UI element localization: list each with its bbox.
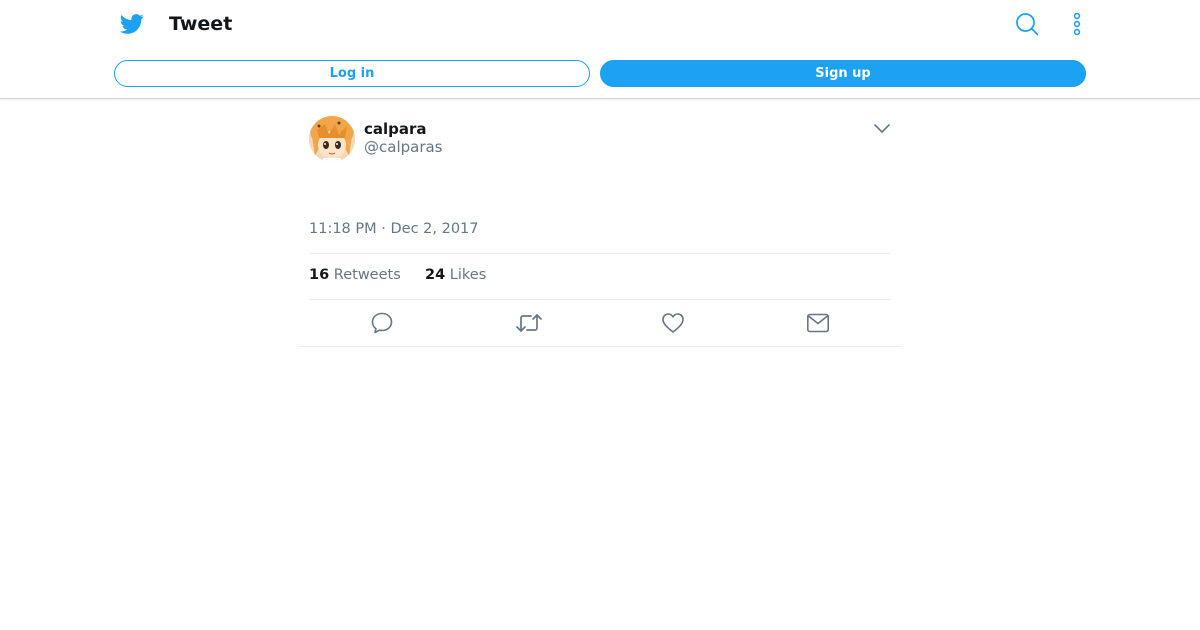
page-title: Tweet bbox=[169, 13, 233, 35]
display-name[interactable]: calpara bbox=[364, 120, 427, 138]
retweets-count: 16 bbox=[309, 267, 330, 283]
twitter-bird-icon[interactable] bbox=[120, 13, 144, 35]
tweet-card: calpara @calparas 11:18 PM · Dec 2, 2017… bbox=[299, 99, 901, 347]
retweets-stat[interactable]: 16 Retweets bbox=[309, 266, 401, 284]
signup-button[interactable]: Sign up bbox=[600, 60, 1086, 87]
search-icon[interactable] bbox=[1015, 12, 1039, 36]
retweet-icon[interactable] bbox=[515, 311, 543, 335]
avatar[interactable] bbox=[309, 116, 355, 162]
like-icon[interactable] bbox=[661, 311, 685, 335]
direct-message-icon[interactable] bbox=[806, 311, 830, 335]
top-bar: Tweet Log in Sign up bbox=[0, 0, 1200, 99]
likes-count: 24 bbox=[425, 267, 446, 283]
user-handle[interactable]: @calparas bbox=[364, 138, 443, 156]
login-button[interactable]: Log in bbox=[114, 60, 590, 87]
more-vertical-icon[interactable] bbox=[1066, 12, 1088, 36]
chevron-down-icon[interactable] bbox=[873, 121, 891, 137]
tweet-timestamp[interactable]: 11:18 PM · Dec 2, 2017 bbox=[309, 220, 479, 238]
likes-label: Likes bbox=[449, 267, 487, 283]
tweet-stats: 16 Retweets 24 Likes bbox=[309, 253, 891, 300]
reply-icon[interactable] bbox=[370, 311, 394, 335]
retweets-label: Retweets bbox=[333, 267, 401, 283]
likes-stat[interactable]: 24 Likes bbox=[425, 266, 486, 284]
avatar-image bbox=[309, 116, 355, 162]
